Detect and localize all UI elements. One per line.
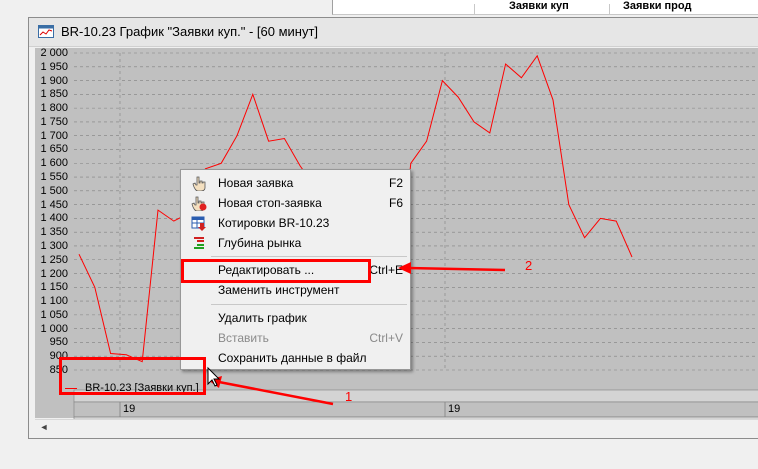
- y-tick-label: 1 750: [40, 115, 68, 128]
- menu-item-label: Заменить инструмент: [218, 283, 340, 297]
- y-tick-label: 1 800: [40, 102, 68, 115]
- column-header-sell-orders[interactable]: Заявки прод: [623, 0, 691, 12]
- x-tick-label: 19: [448, 403, 461, 415]
- x-tick-label: 19: [123, 403, 136, 415]
- y-tick-label: 1 350: [40, 226, 68, 239]
- y-tick-label: 1 000: [40, 322, 68, 335]
- y-tick-label: 1 050: [40, 308, 68, 321]
- window-title: BR-10.23 График "Заявки куп." - [60 мину…: [61, 24, 319, 39]
- y-tick-label: 1 250: [40, 253, 68, 266]
- y-tick-label: 1 150: [40, 281, 68, 294]
- quotes-table-icon: [191, 216, 206, 231]
- column-separator: [609, 4, 610, 14]
- y-tick-label: 2 000: [40, 47, 68, 59]
- market-depth-icon: [194, 237, 204, 249]
- menu-item-replace-instrument[interactable]: Заменить инструмент: [183, 280, 408, 300]
- menu-item-label: Котировки BR-10.23: [218, 216, 330, 230]
- column-header-buy-orders[interactable]: Заявки куп: [509, 0, 569, 12]
- background-table-header: Заявки куп Заявки прод: [332, 0, 758, 15]
- y-tick-label: 1 300: [40, 239, 68, 252]
- y-tick-label: 1 850: [40, 88, 68, 101]
- column-separator: [474, 4, 475, 14]
- menu-item-delete-chart[interactable]: Удалить график: [183, 308, 408, 328]
- y-tick-label: 1 600: [40, 157, 68, 170]
- horizontal-scrollbar[interactable]: ◄: [35, 419, 758, 435]
- x-axis-strip-labels: [73, 401, 758, 418]
- chart-window-icon: [38, 25, 54, 38]
- menu-item-label: Удалить график: [218, 311, 307, 325]
- y-tick-label: 1 100: [40, 295, 68, 308]
- y-tick-label: 1 550: [40, 171, 68, 184]
- y-tick-label: 1 950: [40, 60, 68, 73]
- menu-separator: [211, 256, 407, 257]
- menu-item-paste: Вставить Ctrl+V: [183, 328, 408, 348]
- y-tick-label: 1 450: [40, 198, 68, 211]
- highlight-box-edit: [181, 259, 371, 283]
- y-tick-label: 1 200: [40, 267, 68, 280]
- y-tick-label: 1 400: [40, 212, 68, 225]
- scroll-left-arrow-icon[interactable]: ◄: [37, 420, 51, 435]
- y-tick-label: 1 700: [40, 129, 68, 142]
- annotation-label-2: 2: [525, 258, 533, 273]
- hand-pointer-icon: [192, 176, 206, 191]
- menu-item-quotes[interactable]: Котировки BR-10.23: [183, 213, 408, 233]
- menu-item-shortcut: Ctrl+V: [369, 331, 403, 345]
- y-tick-label: 1 650: [40, 143, 68, 156]
- menu-item-market-depth[interactable]: Глубина рынка: [183, 233, 408, 253]
- menu-separator: [211, 304, 407, 305]
- menu-item-shortcut: Ctrl+E: [369, 263, 403, 277]
- menu-item-label: Вставить: [218, 331, 269, 345]
- menu-item-save-data[interactable]: Сохранить данные в файл: [183, 348, 408, 368]
- menu-item-label: Новая заявка: [218, 176, 294, 190]
- annotation-label-1: 1: [345, 389, 353, 404]
- y-tick-label: 950: [49, 336, 68, 349]
- menu-item-shortcut: F2: [388, 176, 403, 190]
- menu-item-label: Глубина рынка: [218, 236, 302, 250]
- menu-item-label: Новая стоп-заявка: [218, 196, 322, 210]
- y-tick-label: 1 900: [40, 74, 68, 87]
- y-tick-label: 1 500: [40, 184, 68, 197]
- menu-item-new-order[interactable]: Новая заявка F2: [183, 173, 408, 193]
- menu-item-shortcut: F6: [388, 196, 403, 210]
- hand-stop-icon: [191, 196, 207, 211]
- plot-background: [74, 53, 758, 370]
- menu-item-label: Сохранить данные в файл: [218, 351, 367, 365]
- window-titlebar[interactable]: BR-10.23 График "Заявки куп." - [60 мину…: [29, 18, 758, 47]
- highlight-box-legend: [59, 357, 206, 395]
- menu-item-new-stop-order[interactable]: Новая стоп-заявка F6: [183, 193, 408, 213]
